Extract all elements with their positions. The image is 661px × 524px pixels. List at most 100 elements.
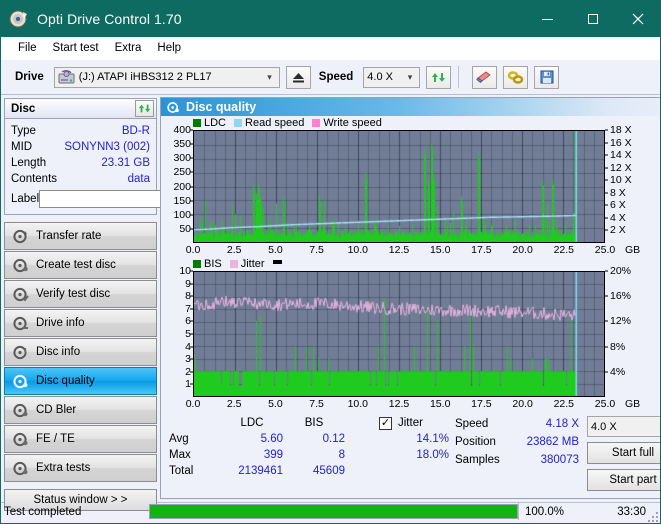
disc-value: SONYNN3 (002) xyxy=(64,141,150,153)
speed-info-value: 4.18 X xyxy=(545,418,579,430)
sidebar-item-label: FE / TE xyxy=(36,433,75,445)
sidebar-item-fe-te[interactable]: FE / TE xyxy=(4,425,157,453)
menu-file[interactable]: File xyxy=(10,40,45,56)
disc-transfer-icon xyxy=(13,229,29,244)
disc-bler-icon xyxy=(13,403,29,418)
axis-tick-label: 250 xyxy=(173,166,191,179)
axis-tick-label: 4 X xyxy=(610,211,626,224)
ldc-x-axis: 0.0 2.5 5.0 7.5 10.0 12.5 15.0 17.5 20.0 22.5 25.0… xyxy=(186,243,660,257)
erase-button[interactable] xyxy=(472,65,498,89)
refresh-button[interactable] xyxy=(426,65,452,89)
axis-tick-label: 10.0 xyxy=(347,244,369,256)
legend-handle[interactable] xyxy=(272,260,285,268)
test-speed-select[interactable]: 4.0 X ▾ xyxy=(587,416,660,437)
legend-label: Write speed xyxy=(323,117,382,129)
app-disc-icon xyxy=(9,9,29,29)
stats-max-ldc: 399 xyxy=(263,449,283,461)
legend-label: LDC xyxy=(204,117,227,129)
main-body: Disc Type BD-R MID SONYNN3 (002) Length … xyxy=(1,95,660,511)
statistics-table: LDC BIS ✓ Jitter Avg 5.60 0.12 14.1% Max xyxy=(169,415,449,496)
sidebar-item-label: Verify test disc xyxy=(36,288,111,300)
disc-info-list: Type BD-R MID SONYNN3 (002) Length 23.31… xyxy=(5,119,244,214)
axis-tick-label: 0.0 xyxy=(185,398,201,410)
sidebar-item-disc-info[interactable]: Disc info xyxy=(4,338,157,366)
disc-value: 23.31 GB xyxy=(101,157,150,169)
maximize-button[interactable] xyxy=(570,1,615,37)
stats-header-bis: BIS xyxy=(304,417,324,429)
axis-tick-label: 2.5 xyxy=(226,398,242,410)
disc-key: MID xyxy=(11,141,33,153)
drive-label: Drive xyxy=(15,71,44,83)
minimize-button[interactable] xyxy=(525,1,570,37)
sidebar-item-drive-info[interactable]: Drive info xyxy=(4,309,157,337)
content-area: Disc quality LDC Read speed Write speed … xyxy=(159,95,660,502)
menu-start-test[interactable]: Start test xyxy=(45,40,107,56)
axis-tick-label: 350 xyxy=(173,138,191,151)
sidebar-item-disc-quality[interactable]: Disc quality xyxy=(4,367,157,395)
start-full-button[interactable]: Start full xyxy=(587,442,660,464)
bis-y-axis-right: 4% 8% 12% 16% 20% xyxy=(605,265,635,397)
stats-max-jitter: 18.0% xyxy=(416,449,449,461)
axis-tick-label: 20.0 xyxy=(512,398,533,410)
axis-tick-label: 16% xyxy=(610,290,632,303)
jitter-toggle[interactable]: ✓ Jitter xyxy=(379,416,449,430)
sidebar-item-label: Transfer rate xyxy=(36,230,102,242)
start-part-button[interactable]: Start part xyxy=(587,469,660,491)
status-message: Test completed xyxy=(4,505,82,518)
menu-extra[interactable]: Extra xyxy=(107,40,150,56)
disc-extra-icon xyxy=(13,461,29,476)
menu-help[interactable]: Help xyxy=(149,40,189,56)
resize-grip[interactable] xyxy=(646,510,658,522)
ldc-chart-legend: LDC Read speed Write speed xyxy=(161,116,660,130)
disc-create-icon xyxy=(13,258,29,273)
axis-tick-label: 20.0 xyxy=(512,244,533,256)
drive-select[interactable]: (J:) ATAPI iHBS312 2 PL17 ▾ xyxy=(53,66,280,88)
axis-tick-label: 8% xyxy=(610,340,626,353)
axis-tick-label: 12 X xyxy=(610,161,632,174)
chevron-down-icon[interactable]: ▾ xyxy=(261,72,277,83)
sidebar-item-transfer-rate[interactable]: Transfer rate xyxy=(4,222,157,250)
speed-select[interactable]: 4.0 X ▾ xyxy=(363,66,421,88)
sidebar-item-create-test-disc[interactable]: Create test disc xyxy=(4,251,157,279)
disc-refresh-button[interactable] xyxy=(135,100,154,117)
ldc-y-axis-right: 2 X4 X6 X8 X 10 X 12 X 14 X 16 X 18 X xyxy=(605,124,635,243)
disc-row-type: Type BD-R xyxy=(11,123,150,139)
stats-max-bis: 8 xyxy=(338,449,345,461)
sidebar-item-verify-test-disc[interactable]: Verify test disc xyxy=(4,280,157,308)
axis-tick-label: 10.0 xyxy=(347,398,369,410)
bis-x-axis: 0.0 2.5 5.0 7.5 10.0 12.5 15.0 17.5 20.0 22.5 25.0… xyxy=(186,397,660,411)
disc-value: data xyxy=(127,173,150,185)
disc-value: BD-R xyxy=(121,125,150,137)
axis-tick-label: 25.0 xyxy=(594,398,616,410)
axis-tick-label: 0.0 xyxy=(185,244,201,256)
chain-button[interactable] xyxy=(503,65,529,89)
sidebar-item-extra-tests[interactable]: Extra tests xyxy=(4,454,157,482)
menu-bar: File Start test Extra Help xyxy=(1,37,660,60)
close-button[interactable] xyxy=(615,1,660,37)
sidebar-item-cd-bler[interactable]: CD Bler xyxy=(4,396,157,424)
drive-value: (J:) ATAPI iHBS312 2 PL17 xyxy=(78,71,212,83)
legend-item-read-speed: Read speed xyxy=(234,117,304,129)
chevron-down-icon[interactable]: ▾ xyxy=(402,72,418,83)
status-bar: Test completed 100.0% 33:30 xyxy=(1,502,660,522)
eject-button[interactable] xyxy=(285,65,311,89)
legend-label: BIS xyxy=(204,258,222,270)
sidebar-item-label: Drive info xyxy=(36,317,85,329)
axis-tick-label: 5.0 xyxy=(268,398,283,410)
axis-tick-label: 14 X xyxy=(610,149,632,162)
disc-drive-icon xyxy=(13,316,29,331)
legend-swatch-ldc xyxy=(193,119,201,127)
axis-tick-label: 2.5 xyxy=(226,244,242,256)
ldc-plot-area xyxy=(193,130,605,243)
toolbar-separator xyxy=(458,66,460,88)
save-button[interactable] xyxy=(534,65,560,89)
window-controls xyxy=(525,1,660,37)
stats-avg-jitter: 14.1% xyxy=(416,433,449,445)
disc-key: Contents xyxy=(11,173,58,185)
jitter-checkbox[interactable]: ✓ xyxy=(379,416,392,430)
legend-label: Jitter xyxy=(240,258,265,270)
jitter-label: Jitter xyxy=(398,417,423,429)
axis-tick-label: 2 X xyxy=(610,224,626,237)
disc-label-caption: Label xyxy=(11,193,40,205)
disc-label-row: Label xyxy=(11,189,244,209)
